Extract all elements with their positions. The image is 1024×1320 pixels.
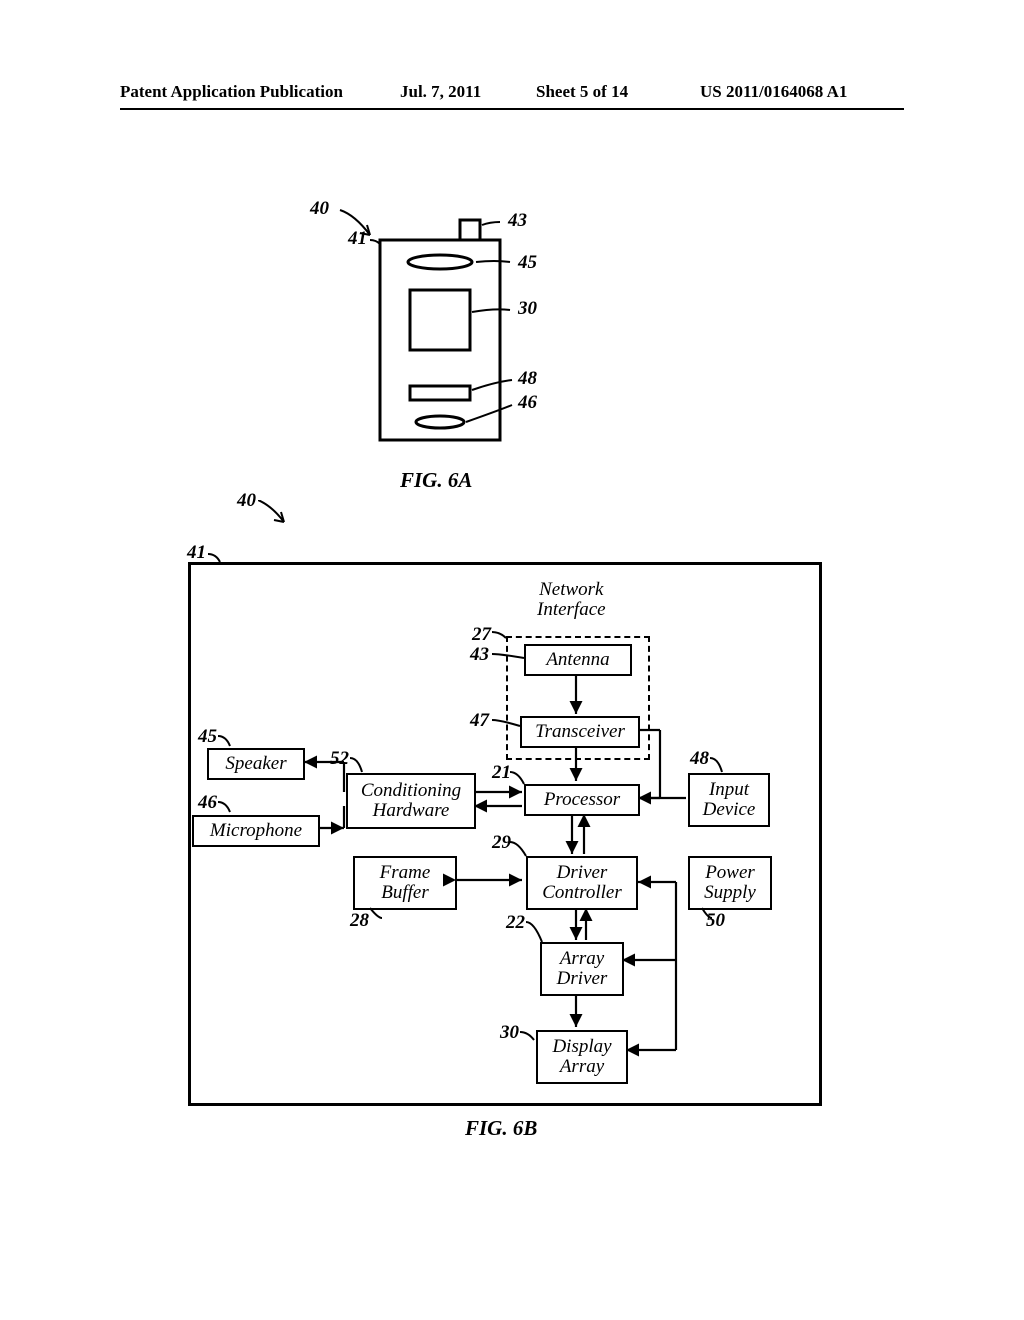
fig-6b-connectors [188,562,820,1102]
ref-30-a: 30 [518,298,537,320]
ref-40-b: 40 [237,490,256,512]
ref-40-a: 40 [310,198,329,220]
fig-6a-label: FIG. 6A [400,468,472,493]
fig-6a-drawing [300,200,580,480]
header-rule [120,108,904,110]
patent-page: Patent Application Publication Jul. 7, 2… [0,0,1024,1320]
ref-43-a: 43 [508,210,527,232]
ref-41-b: 41 [187,542,206,564]
ref-46-a: 46 [518,392,537,414]
header-publication-type: Patent Application Publication [120,82,343,102]
header-pub-number: US 2011/0164068 A1 [700,82,847,102]
header-date: Jul. 7, 2011 [400,82,481,102]
ref-40-b-arrow [258,500,292,528]
ref-45-a: 45 [518,252,537,274]
header-sheet: Sheet 5 of 14 [536,82,628,102]
ref-41-a: 41 [348,228,367,250]
ref-48-a: 48 [518,368,537,390]
fig-6b-label: FIG. 6B [465,1116,537,1141]
